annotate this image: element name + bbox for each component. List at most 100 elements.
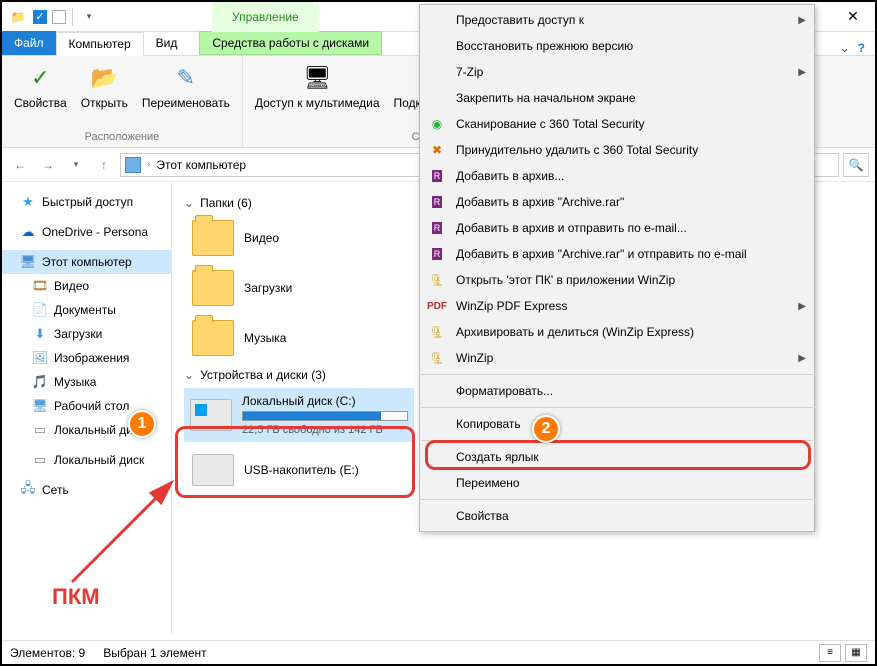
sidebar-item[interactable]: ▭ Локальный диск	[2, 448, 171, 472]
menu-icon: R	[428, 193, 446, 211]
qat-item[interactable]: ✓	[30, 7, 50, 27]
view-details[interactable]: ≡	[819, 644, 841, 662]
drive-label: USB-накопитель (E:)	[244, 463, 359, 477]
menu-item[interactable]: RДобавить в архив и отправить по e-mail.…	[420, 215, 814, 241]
menu-item[interactable]: 🗜WinZip▶	[420, 345, 814, 371]
badge-1: 1	[128, 410, 156, 438]
sidebar-icon: 🖥	[32, 398, 48, 414]
menu-icon: PDF	[428, 297, 446, 315]
sidebar-icon: ⬇	[32, 326, 48, 342]
badge-2: 2	[532, 415, 560, 443]
ribbon-rename[interactable]: ✎Переименовать	[138, 60, 234, 112]
menu-icon: R	[428, 219, 446, 237]
menu-label: Свойства	[456, 509, 509, 523]
menu-icon	[428, 474, 446, 492]
menu-item[interactable]: Создать ярлык	[420, 444, 814, 470]
menu-item[interactable]: 7-Zip ▶	[420, 59, 814, 85]
menu-item[interactable]: Переимено	[420, 470, 814, 496]
sidebar-item[interactable]: ☁OneDrive - Persona	[2, 220, 171, 244]
nav-up[interactable]: ↑	[92, 153, 116, 177]
menu-label: 7-Zip	[456, 65, 483, 79]
sidebar-label: Быстрый доступ	[42, 195, 133, 209]
folder-icon	[192, 270, 234, 306]
sidebar-item[interactable]: 🖧Сеть	[2, 478, 171, 502]
drive-sub: 22,5 ГБ свободно из 142 ГБ	[242, 424, 408, 436]
ribbon-media[interactable]: 🖥Доступ к мультимедиа	[251, 60, 384, 112]
menu-icon	[428, 89, 446, 107]
menu-label: Переимено	[456, 476, 520, 490]
ribbon-collapse-icon[interactable]: ⌄	[840, 41, 850, 55]
folder-label: Видео	[244, 231, 279, 245]
menu-icon	[428, 507, 446, 525]
menu-label: Сканирование с 360 Total Security	[456, 117, 645, 131]
sidebar-label: Документы	[54, 303, 116, 317]
sidebar-icon: ☁	[20, 224, 36, 240]
submenu-arrow-icon: ▶	[798, 67, 806, 78]
usb-icon	[192, 454, 234, 486]
menu-label: Восстановить прежнюю версию	[456, 39, 633, 53]
sidebar-label: Локальный диск	[54, 453, 144, 467]
menu-icon: 🗜	[428, 349, 446, 367]
menu-icon	[428, 415, 446, 433]
qat-item[interactable]	[52, 10, 66, 24]
menu-item[interactable]: Восстановить прежнюю версию	[420, 33, 814, 59]
drive-icon	[190, 399, 232, 431]
menu-item[interactable]: Свойства	[420, 503, 814, 529]
sidebar-icon: 🖥	[20, 254, 36, 270]
menu-item[interactable]: RДобавить в архив...	[420, 163, 814, 189]
menu-item[interactable]: Копировать	[420, 411, 814, 437]
tab-view[interactable]: Вид	[144, 31, 190, 55]
menu-item[interactable]: Предоставить доступ к▶	[420, 7, 814, 33]
sidebar-icon: 🖼	[32, 350, 48, 366]
sidebar-item[interactable]: 🎵Музыка	[2, 370, 171, 394]
sidebar-icon: 🖧	[20, 482, 36, 498]
sidebar-item[interactable]: ★Быстрый доступ	[2, 190, 171, 214]
drive-label: Локальный диск (C:)	[242, 394, 408, 408]
folder-label: Музыка	[244, 331, 286, 345]
qat-dropdown[interactable]: ▾	[79, 7, 99, 27]
help-icon[interactable]: ?	[858, 41, 865, 55]
menu-item[interactable]: ✖Принудительно удалить с 360 Total Secur…	[420, 137, 814, 163]
ribbon-properties[interactable]: ✓Свойства	[10, 60, 71, 112]
nav-recent[interactable]: ▾	[64, 153, 88, 177]
menu-item[interactable]: 🗜Архивировать и делиться (WinZip Express…	[420, 319, 814, 345]
menu-item[interactable]: RДобавить в архив "Archive.rar" и отправ…	[420, 241, 814, 267]
folder-label: Загрузки	[244, 281, 292, 295]
sidebar-icon: ▭	[32, 452, 48, 468]
menu-item[interactable]: ◉Сканирование с 360 Total Security	[420, 111, 814, 137]
tab-drive-tools[interactable]: Средства работы с дисками	[199, 31, 382, 55]
address-text: Этот компьютер	[156, 158, 246, 172]
menu-label: Принудительно удалить с 360 Total Securi…	[456, 143, 698, 157]
ribbon-open[interactable]: 📂Открыть	[77, 60, 132, 112]
menu-label: Закрепить на начальном экране	[456, 91, 636, 105]
menu-item[interactable]: R Добавить в архив "Archive.rar"	[420, 189, 814, 215]
menu-label: Архивировать и делиться (WinZip Express)	[456, 325, 694, 339]
sidebar-item[interactable]: ⬇Загрузки	[2, 322, 171, 346]
menu-icon	[428, 11, 446, 29]
sidebar-item[interactable]: 🖼Изображения	[2, 346, 171, 370]
nav-back[interactable]: ←	[8, 153, 32, 177]
sidebar-label: Этот компьютер	[42, 255, 132, 269]
menu-icon: R	[428, 167, 446, 185]
menu-label: Форматировать...	[456, 384, 553, 398]
menu-icon	[428, 382, 446, 400]
tab-computer[interactable]: Компьютер	[56, 32, 144, 56]
menu-item[interactable]: Форматировать...	[420, 378, 814, 404]
menu-item[interactable]: Закрепить на начальном экране	[420, 85, 814, 111]
drive-c[interactable]: Локальный диск (C:) 22,5 ГБ свободно из …	[184, 388, 414, 442]
status-bar: Элементов: 9 Выбран 1 элемент ≡ ▦	[2, 640, 875, 664]
submenu-arrow-icon: ▶	[798, 301, 806, 312]
search-button[interactable]: 🔍	[843, 153, 869, 177]
nav-forward[interactable]: →	[36, 153, 60, 177]
tab-file[interactable]: Файл	[2, 31, 56, 55]
sidebar-item[interactable]: 🖥 Этот компьютер	[2, 250, 171, 274]
menu-item[interactable]: 🗜Открыть 'этот ПК' в приложении WinZip	[420, 267, 814, 293]
sidebar-item[interactable]: 🎞Видео	[2, 274, 171, 298]
menu-item[interactable]: PDFWinZip PDF Express▶	[420, 293, 814, 319]
menu-icon	[428, 448, 446, 466]
menu-label: Открыть 'этот ПК' в приложении WinZip	[456, 273, 675, 287]
menu-label: Добавить в архив "Archive.rar"	[456, 195, 624, 209]
close-button[interactable]: ✕	[831, 2, 875, 32]
sidebar-item[interactable]: 📄Документы	[2, 298, 171, 322]
view-icons[interactable]: ▦	[845, 644, 867, 662]
